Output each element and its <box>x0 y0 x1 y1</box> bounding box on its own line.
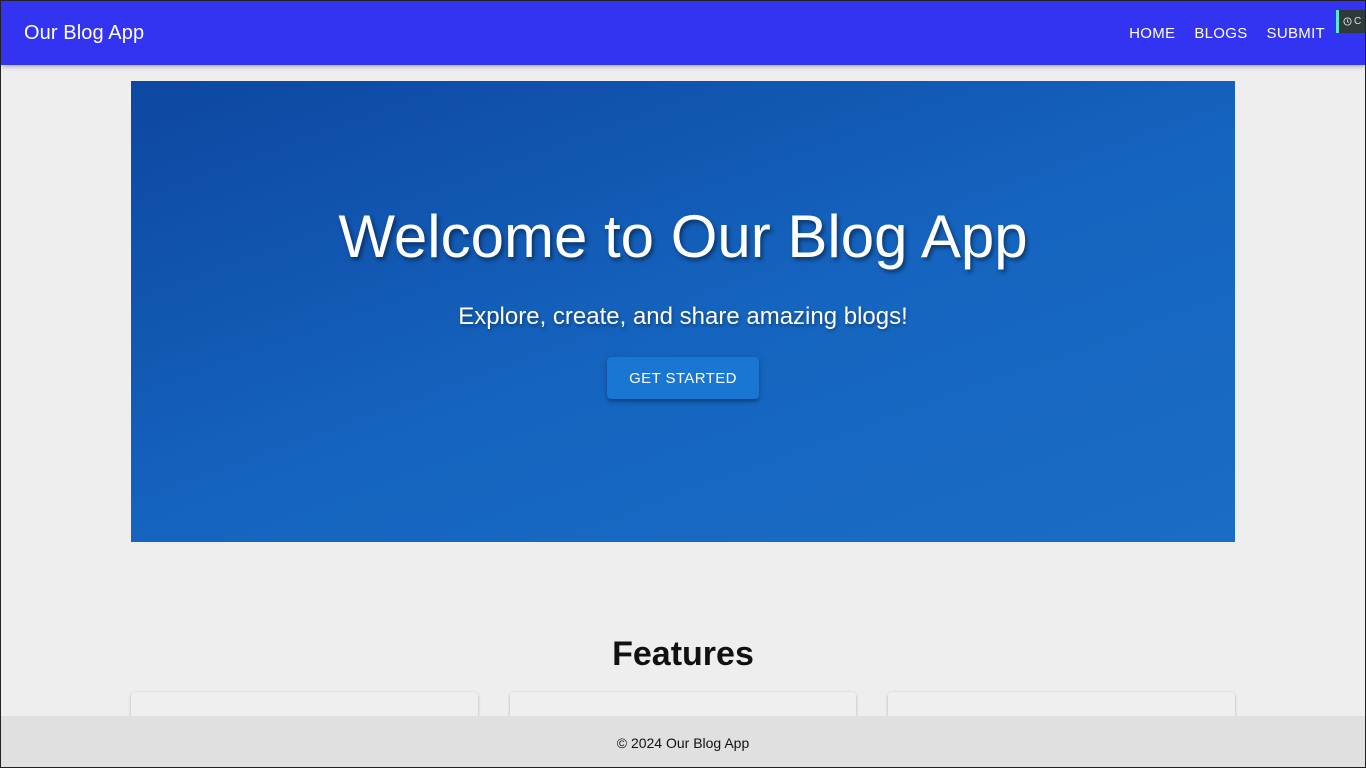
get-started-button[interactable]: GET STARTED <box>607 357 759 399</box>
nav-submit[interactable]: SUBMIT <box>1259 19 1333 48</box>
hero-banner: Welcome to Our Blog App Explore, create,… <box>131 81 1235 542</box>
corner-widget[interactable]: C <box>1336 10 1365 33</box>
footer-text: © 2024 Our Blog App <box>616 734 750 751</box>
hero-subtitle: Explore, create, and share amazing blogs… <box>458 303 908 330</box>
main-nav: HOME BLOGS SUBMIT <box>1121 1 1333 65</box>
nav-home[interactable]: HOME <box>1121 19 1183 48</box>
footer: © 2024 Our Blog App <box>1 716 1365 767</box>
clock-icon <box>1343 17 1352 26</box>
corner-widget-label: C <box>1354 16 1362 27</box>
features-heading: Features <box>612 635 754 673</box>
brand-title[interactable]: Our Blog App <box>24 22 144 45</box>
page: Our Blog App HOME BLOGS SUBMIT C Welcome… <box>0 0 1366 768</box>
app-bar: Our Blog App HOME BLOGS SUBMIT <box>1 1 1365 65</box>
hero-title: Welcome to Our Blog App <box>338 203 1028 270</box>
nav-blogs[interactable]: BLOGS <box>1186 19 1255 48</box>
